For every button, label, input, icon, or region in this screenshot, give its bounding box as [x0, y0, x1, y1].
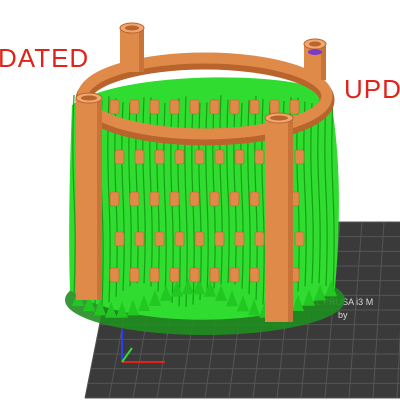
model-contact [169, 191, 180, 207]
model-contact [294, 231, 305, 247]
pillar-highlight [308, 49, 322, 55]
model-contact [234, 231, 245, 247]
model-contact [134, 149, 145, 165]
model-contact [189, 267, 200, 283]
model-contact [169, 99, 180, 115]
pillar-back-right-hole [309, 41, 321, 47]
model-contact [174, 149, 185, 165]
model-contact [229, 267, 240, 283]
model-contact [254, 149, 265, 165]
model-contact [229, 191, 240, 207]
pillar-back-right-shade [321, 44, 326, 80]
model-contact [209, 267, 220, 283]
model-contact [229, 99, 240, 115]
pillar-back-left-hole [125, 25, 139, 31]
updated-label: UPD [344, 74, 400, 104]
model-contact [114, 149, 125, 165]
model-contact [249, 191, 260, 207]
pillar-front-right-hole [270, 115, 288, 121]
viewport-3d[interactable]: L PRUSA i3 M by DATED UPD [0, 0, 400, 400]
model-contact [194, 231, 205, 247]
model-contact [189, 191, 200, 207]
model-contact [129, 191, 140, 207]
model-contact [154, 231, 165, 247]
bed-brand-subtext: by [338, 310, 348, 320]
pillar-back-left-shade [139, 28, 144, 72]
model-contact [209, 99, 220, 115]
pillar-front-left-hole [81, 95, 97, 101]
model-contact [214, 149, 225, 165]
model-contact [109, 99, 120, 115]
model-contact [154, 149, 165, 165]
model-contact [134, 231, 145, 247]
model-contact [249, 99, 260, 115]
model-contact [234, 149, 245, 165]
pillar-front-right-shade [288, 118, 293, 322]
model-contact [109, 191, 120, 207]
model-contact [189, 99, 200, 115]
model-contact [149, 99, 160, 115]
model-contact [269, 99, 280, 115]
model-contact [109, 267, 120, 283]
model-contact [249, 267, 260, 283]
model-contact [149, 267, 160, 283]
dated-label: DATED [0, 43, 90, 73]
model-contact [289, 99, 300, 115]
model-contact [129, 267, 140, 283]
model-contact [254, 231, 265, 247]
model-contact [114, 231, 125, 247]
model-contact [194, 149, 205, 165]
model-contact [294, 149, 305, 165]
model-contact [129, 99, 140, 115]
model-contact [169, 267, 180, 283]
model-contact [149, 191, 160, 207]
model-contact [214, 231, 225, 247]
model-contact [209, 191, 220, 207]
pillar-front-left-shade [97, 98, 102, 300]
model-contact [174, 231, 185, 247]
